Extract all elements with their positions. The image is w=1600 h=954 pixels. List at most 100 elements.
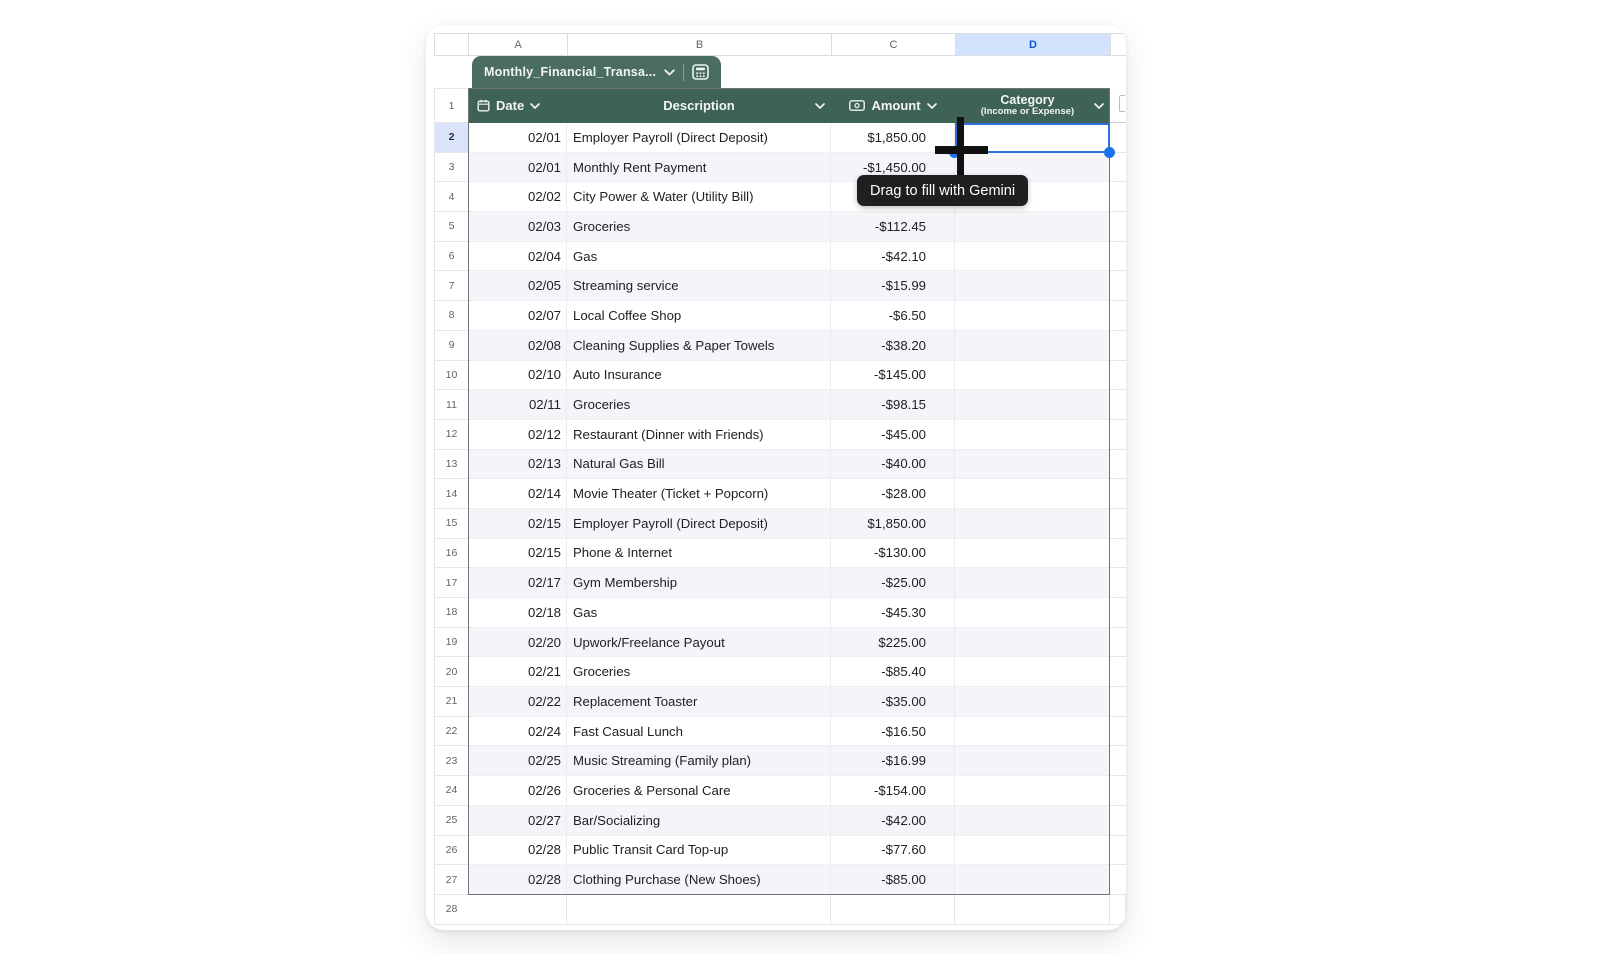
cell-amount[interactable]: -$16.50 [831, 717, 955, 747]
cell-description[interactable]: Music Streaming (Family plan) [567, 746, 831, 776]
cell-outside-table[interactable] [1110, 509, 1126, 539]
cell-amount[interactable]: -$154.00 [831, 776, 955, 806]
cell-date[interactable]: 02/02 [468, 182, 567, 212]
cell-category[interactable] [955, 331, 1110, 361]
row-number[interactable]: 23 [434, 746, 468, 776]
cell-outside-table[interactable] [1110, 895, 1126, 925]
cell-date[interactable]: 02/22 [468, 687, 567, 717]
cell-description[interactable]: Gym Membership [567, 568, 831, 598]
row-number[interactable]: 27 [434, 865, 468, 895]
chevron-down-icon[interactable] [664, 69, 675, 76]
empty-cell[interactable] [468, 895, 567, 925]
cell-amount[interactable]: -$6.50 [831, 301, 955, 331]
cell-amount[interactable]: -$25.00 [831, 568, 955, 598]
row-number[interactable]: 1 [434, 88, 468, 123]
row-number[interactable]: 8 [434, 301, 468, 331]
cell-category[interactable] [955, 568, 1110, 598]
cell-amount[interactable]: -$112.45 [831, 212, 955, 242]
row-number[interactable]: 28 [434, 895, 468, 925]
cell-category[interactable] [955, 628, 1110, 658]
row-number[interactable]: 7 [434, 271, 468, 301]
row-number[interactable]: 5 [434, 212, 468, 242]
cell-amount[interactable]: -$40.00 [831, 450, 955, 480]
row-number[interactable]: 3 [434, 153, 468, 183]
cell-description[interactable]: Monthly Rent Payment [567, 153, 831, 183]
cell-date[interactable]: 02/08 [468, 331, 567, 361]
row-number[interactable]: 4 [434, 182, 468, 212]
cell-date[interactable]: 02/07 [468, 301, 567, 331]
chevron-down-icon[interactable] [815, 103, 825, 109]
cell-amount[interactable]: $225.00 [831, 628, 955, 658]
cell-category[interactable] [955, 390, 1110, 420]
cell-date[interactable]: 02/24 [468, 717, 567, 747]
table-name-tab[interactable]: Monthly_Financial_Transa... [472, 56, 721, 88]
cell-description[interactable]: Restaurant (Dinner with Friends) [567, 420, 831, 450]
cell-date[interactable]: 02/10 [468, 361, 567, 391]
row-number[interactable]: 22 [434, 717, 468, 747]
cell-outside-table[interactable] [1110, 271, 1126, 301]
cell-category[interactable] [955, 361, 1110, 391]
cell-date[interactable]: 02/03 [468, 212, 567, 242]
cell-description[interactable]: Natural Gas Bill [567, 450, 831, 480]
cell-description[interactable]: Bar/Socializing [567, 806, 831, 836]
cell-outside-table[interactable] [1110, 687, 1126, 717]
row-number[interactable]: 9 [434, 331, 468, 361]
cell-amount[interactable]: -$130.00 [831, 539, 955, 569]
cell-date[interactable]: 02/15 [468, 509, 567, 539]
cell-outside-table[interactable] [1110, 836, 1126, 866]
cell-amount[interactable]: $1,850.00 [831, 509, 955, 539]
column-header-C[interactable]: C [831, 33, 955, 56]
cell-date[interactable]: 02/15 [468, 539, 567, 569]
cell-outside-table[interactable] [1110, 301, 1126, 331]
cell-amount[interactable]: -$145.00 [831, 361, 955, 391]
row-number[interactable]: 24 [434, 776, 468, 806]
row-number[interactable]: 6 [434, 242, 468, 272]
cell-amount[interactable]: -$85.00 [831, 865, 955, 895]
cell-amount[interactable]: -$35.00 [831, 687, 955, 717]
cell-description[interactable]: Phone & Internet [567, 539, 831, 569]
cell-category[interactable] [955, 509, 1110, 539]
column-header-B[interactable]: B [567, 33, 831, 56]
cell-outside-table[interactable] [1110, 657, 1126, 687]
cell-description[interactable]: Cleaning Supplies & Paper Towels [567, 331, 831, 361]
chevron-down-icon[interactable] [927, 103, 937, 109]
cell-description[interactable]: Employer Payroll (Direct Deposit) [567, 123, 831, 153]
cell-category[interactable] [955, 598, 1110, 628]
cell-category[interactable] [955, 865, 1110, 895]
cell-category[interactable] [955, 657, 1110, 687]
cell-date[interactable]: 02/18 [468, 598, 567, 628]
cell-description[interactable]: Groceries [567, 390, 831, 420]
cell-date[interactable]: 02/21 [468, 657, 567, 687]
cell-category[interactable] [955, 242, 1110, 272]
cell-outside-table[interactable] [1110, 182, 1126, 212]
cell-outside-table[interactable] [1110, 806, 1126, 836]
cell-outside-table[interactable] [1110, 568, 1126, 598]
cell-description[interactable]: Public Transit Card Top-up [567, 836, 831, 866]
cell-category[interactable] [955, 776, 1110, 806]
row-number[interactable]: 15 [434, 509, 468, 539]
cell-date[interactable]: 02/01 [468, 123, 567, 153]
cell-description[interactable]: Gas [567, 598, 831, 628]
empty-cell[interactable] [831, 895, 955, 925]
cell-category[interactable] [955, 301, 1110, 331]
cell-category[interactable] [955, 687, 1110, 717]
cell-outside-table[interactable] [1110, 479, 1126, 509]
cell-outside-table[interactable] [1110, 420, 1126, 450]
cell-date[interactable]: 02/28 [468, 836, 567, 866]
cell-description[interactable]: Groceries [567, 212, 831, 242]
cell-category[interactable] [955, 271, 1110, 301]
cell-outside-table[interactable] [1110, 450, 1126, 480]
cell-date[interactable]: 02/12 [468, 420, 567, 450]
chevron-down-icon[interactable] [530, 103, 540, 109]
cell-amount[interactable]: -$45.30 [831, 598, 955, 628]
select-all-corner[interactable] [434, 33, 468, 56]
cell-outside-table[interactable] [1110, 746, 1126, 776]
cell-outside-table[interactable] [1110, 598, 1126, 628]
cell-date[interactable]: 02/01 [468, 153, 567, 183]
cell-outside-table[interactable] [1110, 628, 1126, 658]
cell-description[interactable]: Employer Payroll (Direct Deposit) [567, 509, 831, 539]
column-header-category[interactable]: Category (Income or Expense) [955, 88, 1110, 123]
column-header-date[interactable]: Date [468, 88, 567, 123]
fill-handle-dot[interactable] [1104, 147, 1115, 158]
cell-amount[interactable]: -$38.20 [831, 331, 955, 361]
